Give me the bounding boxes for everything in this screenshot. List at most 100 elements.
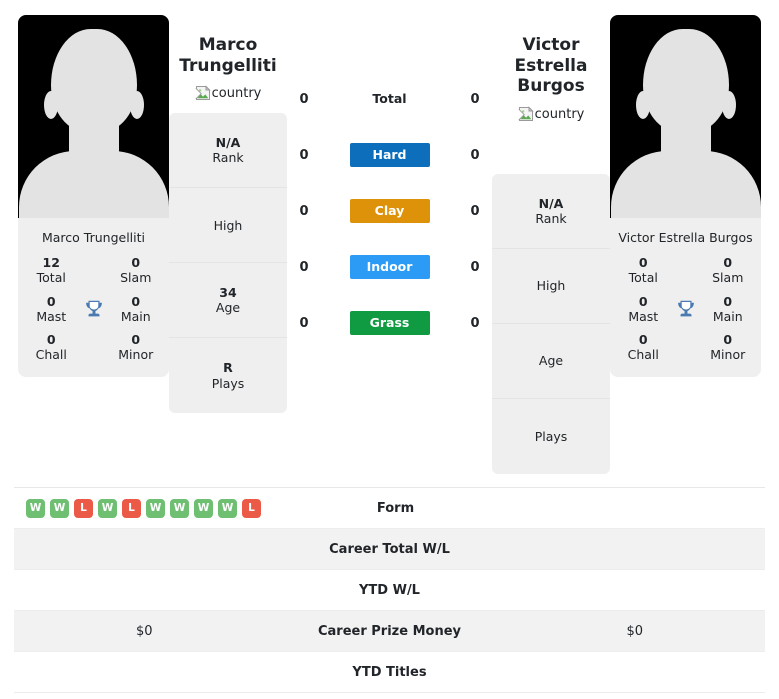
left-hard-score: 0 xyxy=(299,147,309,163)
left-high-label: High xyxy=(213,217,243,233)
left-player-name: Marco Trungelliti xyxy=(179,35,276,76)
form-result-badge: L xyxy=(122,498,141,518)
left-plays-label: Plays xyxy=(211,375,245,391)
broken-image-icon xyxy=(518,106,534,122)
silhouette-ear-left xyxy=(43,91,58,119)
trophy-icon xyxy=(79,298,109,320)
silhouette-body xyxy=(18,151,169,218)
left-indoor-score: 0 xyxy=(299,259,309,275)
form-result-badge: W xyxy=(26,498,45,518)
left-plays-value: R xyxy=(223,360,233,376)
right-clay-score: 0 xyxy=(470,203,480,219)
right-titles-total: 0 Total xyxy=(616,255,671,286)
right-titles-minor-value: 0 xyxy=(723,332,733,347)
comparison-table: WWLWLWWWWL Form Career Total W/L YTD W/L… xyxy=(14,487,765,693)
right-info-panel: N/A Rank High Age Plays xyxy=(492,174,610,475)
left-titles-chall-value: 0 xyxy=(46,332,56,347)
row-label-career-prize-money: Career Prize Money xyxy=(317,623,461,639)
right-rank-label: Rank xyxy=(535,211,567,227)
right-titles-main: 0 Main xyxy=(701,294,756,325)
left-form-cell: WWLWLWWWWL xyxy=(14,498,281,518)
row-label-form: Form xyxy=(376,500,415,516)
left-titles-chall: 0 Chall xyxy=(24,332,79,363)
right-titles-mast-value: 0 xyxy=(638,293,648,309)
right-titles-mast-label: Mast xyxy=(628,308,659,324)
right-titles-total-label: Total xyxy=(628,270,658,286)
right-career-prize-money: $0 xyxy=(626,623,644,639)
left-info-panel: N/A Rank High 34 Age R Plays xyxy=(169,113,287,414)
surface-row-total: 0 Total 0 xyxy=(287,71,492,127)
table-row-career-prize-money: $0 Career Prize Money $0 xyxy=(14,611,765,652)
silhouette-ear-right xyxy=(129,91,144,119)
top-comparison-area: Marco Trungelliti 12 Total 0 Slam 0 Mast xyxy=(0,0,779,475)
surface-label-clay-wrap: Clay xyxy=(321,199,458,223)
right-card-player-name: Victor Estrella Burgos xyxy=(618,230,753,245)
form-result-badge: W xyxy=(146,498,165,518)
left-player-card: Marco Trungelliti 12 Total 0 Slam 0 Mast xyxy=(18,15,169,377)
table-row-ytd-wl: YTD W/L xyxy=(14,570,765,611)
form-result-badge: W xyxy=(50,498,69,518)
left-country-flag-broken-image: country xyxy=(195,85,261,101)
silhouette-body xyxy=(610,151,761,218)
surface-row-indoor: 0 Indoor 0 xyxy=(287,239,492,295)
left-info-high: High xyxy=(169,188,287,264)
surface-row-hard: 0 Hard 0 xyxy=(287,127,492,183)
table-row-ytd-titles: YTD Titles xyxy=(14,652,765,693)
right-titles-slam: 0 Slam xyxy=(701,255,756,286)
table-row-form: WWLWLWWWWL Form xyxy=(14,488,765,529)
broken-image-icon xyxy=(195,85,211,101)
surface-row-clay: 0 Clay 0 xyxy=(287,183,492,239)
right-player-info-column: Victor Estrella Burgos country N/A Rank xyxy=(492,15,610,475)
left-titles-minor-label: Minor xyxy=(118,347,154,363)
form-result-badge: W xyxy=(218,498,237,518)
left-info-rank: N/A Rank xyxy=(169,113,287,189)
left-titles-mast-value: 0 xyxy=(46,293,56,309)
left-titles-minor-value: 0 xyxy=(131,332,141,347)
left-clay-score: 0 xyxy=(299,203,309,219)
right-titles-minor: 0 Minor xyxy=(701,332,756,363)
right-indoor-score: 0 xyxy=(470,259,480,275)
left-titles-minor: 0 Minor xyxy=(109,332,164,363)
form-result-badge: L xyxy=(242,498,261,518)
left-titles-slam: 0 Slam xyxy=(109,255,164,286)
left-titles-chall-label: Chall xyxy=(35,347,67,363)
right-titles-main-label: Main xyxy=(712,308,743,324)
left-card-player-name: Marco Trungelliti xyxy=(41,230,145,245)
left-titles-grid: 12 Total 0 Slam 0 Mast 0 Main 0 Chall 0 … xyxy=(18,245,169,377)
right-titles-main-value: 0 xyxy=(723,293,733,309)
left-titles-slam-value: 0 xyxy=(131,255,141,270)
left-player-name-line1: Marco xyxy=(198,35,258,55)
right-titles-slam-label: Slam xyxy=(712,270,744,286)
surface-label-total: Total xyxy=(372,91,407,106)
left-titles-mast-label: Mast xyxy=(36,308,67,324)
trophy-icon xyxy=(671,298,701,320)
left-titles-main-value: 0 xyxy=(131,293,141,309)
surface-badge-grass: Grass xyxy=(349,311,430,335)
left-titles-total-label: Total xyxy=(36,270,66,286)
silhouette-ear-right xyxy=(721,91,736,119)
player-silhouette-icon xyxy=(50,29,137,133)
right-country-alt-text: country xyxy=(534,106,585,122)
left-info-plays: R Plays xyxy=(169,338,287,413)
right-titles-chall: 0 Chall xyxy=(616,332,671,363)
form-result-badge: W xyxy=(194,498,213,518)
right-info-high: High xyxy=(492,249,610,325)
row-label-career-total-wl: Career Total W/L xyxy=(329,541,450,557)
left-career-prize-money: $0 xyxy=(135,623,153,639)
right-player-photo xyxy=(610,15,761,218)
left-info-age: 34 Age xyxy=(169,263,287,339)
right-titles-slam-value: 0 xyxy=(723,255,733,270)
surface-label-indoor-wrap: Indoor xyxy=(321,255,458,279)
right-hard-score: 0 xyxy=(470,147,480,163)
left-rank-label: Rank xyxy=(212,150,244,166)
left-age-label: Age xyxy=(215,300,241,316)
table-row-career-total-wl: Career Total W/L xyxy=(14,529,765,570)
left-form-badges: WWLWLWWWWL xyxy=(26,498,261,518)
left-titles-main-label: Main xyxy=(120,308,151,324)
silhouette-ear-left xyxy=(635,91,650,119)
left-age-value: 34 xyxy=(219,284,237,300)
right-total-score: 0 xyxy=(470,91,480,107)
right-player-card: Victor Estrella Burgos 0 Total 0 Slam 0 … xyxy=(610,15,761,377)
right-plays-label: Plays xyxy=(534,428,568,444)
left-player-photo xyxy=(18,15,169,218)
